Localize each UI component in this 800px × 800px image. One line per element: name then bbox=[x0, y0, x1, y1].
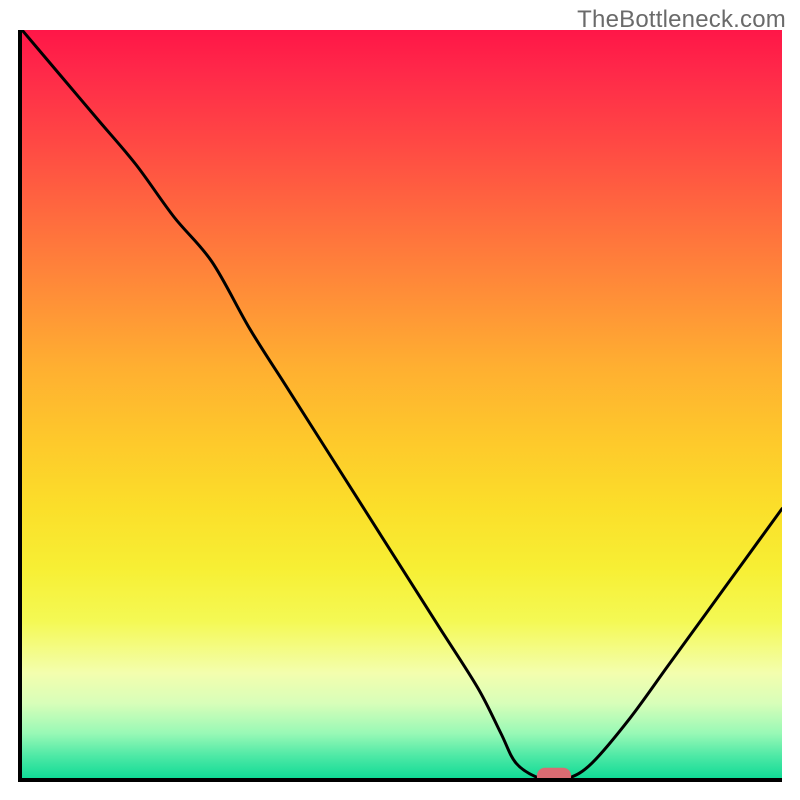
chart-container: TheBottleneck.com bbox=[0, 0, 800, 800]
chart-svg bbox=[22, 30, 782, 778]
bottleneck-curve bbox=[22, 30, 782, 778]
optimal-point-marker bbox=[537, 768, 571, 778]
plot-area bbox=[18, 30, 782, 782]
watermark-text: TheBottleneck.com bbox=[577, 6, 786, 34]
